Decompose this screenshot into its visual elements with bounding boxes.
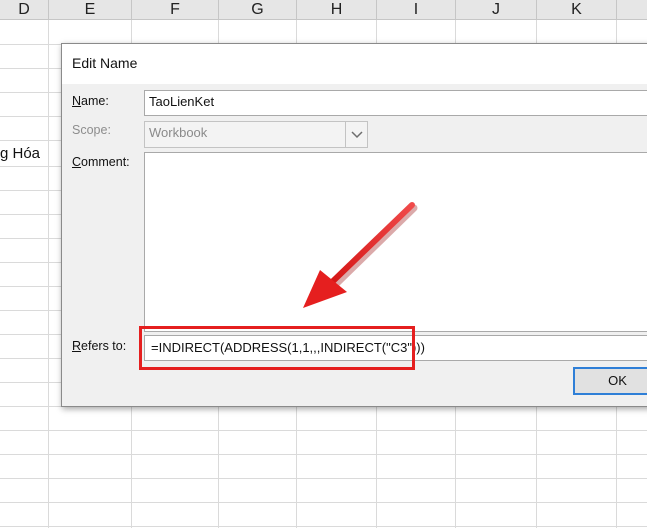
column-header-e[interactable]: E <box>49 0 132 20</box>
ok-button[interactable]: OK <box>573 367 647 395</box>
scope-select[interactable]: Workbook <box>144 121 368 148</box>
comment-label-access-key: C <box>72 155 82 169</box>
scope-value: Workbook <box>149 125 208 140</box>
column-header-j[interactable]: J <box>456 0 537 20</box>
cell-d-text[interactable]: g Hóa <box>0 145 40 162</box>
comment-textarea[interactable] <box>144 152 647 332</box>
refers-to-label: Refers to: <box>72 339 126 353</box>
grid-line <box>0 430 647 431</box>
grid-line <box>0 454 647 455</box>
column-header-d[interactable]: D <box>0 0 49 20</box>
refers-to-label-text: efers to: <box>81 339 127 353</box>
column-header-next[interactable] <box>617 0 647 20</box>
grid-line <box>48 20 49 528</box>
grid-line <box>0 478 647 479</box>
column-header-h[interactable]: H <box>297 0 377 20</box>
refers-to-label-access-key: R <box>72 339 82 353</box>
chevron-down-icon[interactable] <box>345 122 367 147</box>
scope-label: Scope: <box>72 123 111 137</box>
column-header-g[interactable]: G <box>219 0 297 20</box>
column-header-i[interactable]: I <box>377 0 456 20</box>
column-header-k[interactable]: K <box>537 0 617 20</box>
column-header-f[interactable]: F <box>132 0 219 20</box>
dialog-title: Edit Name <box>72 55 138 71</box>
name-label: Name: <box>72 94 109 108</box>
comment-label: Comment: <box>72 155 130 169</box>
name-input[interactable]: TaoLienKet <box>144 90 647 116</box>
name-label-access-key: N <box>72 94 82 108</box>
grid-line <box>0 502 647 503</box>
comment-label-text: omment: <box>81 155 130 169</box>
grid-line <box>0 526 647 527</box>
refers-to-highlight-box <box>139 326 415 370</box>
name-label-text: ame: <box>81 94 109 108</box>
dialog-titlebar[interactable]: Edit Name <box>62 44 647 84</box>
